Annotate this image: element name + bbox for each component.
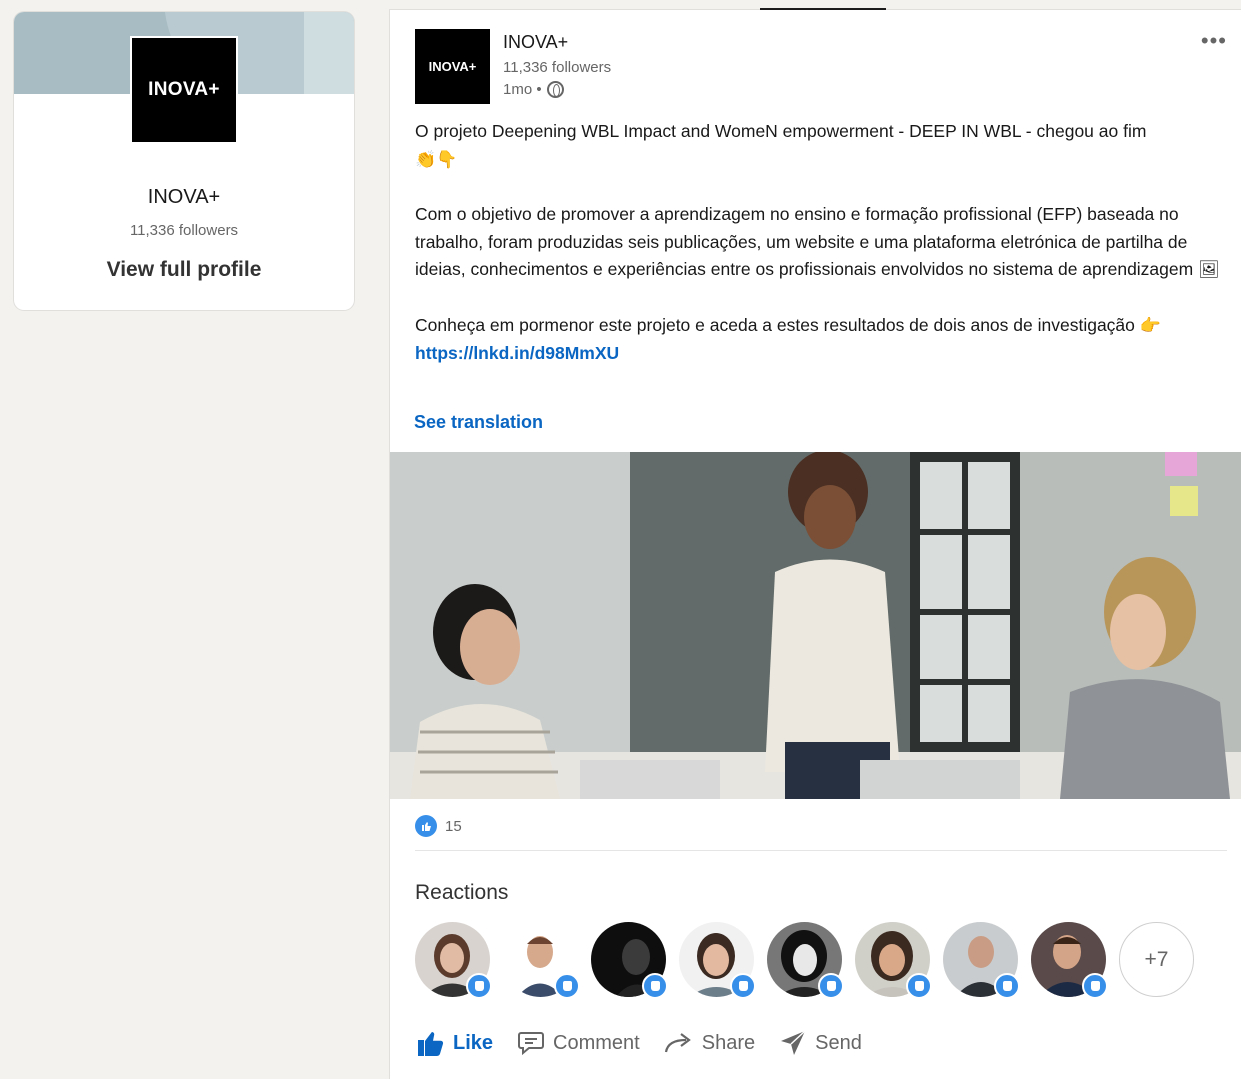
post-meta: 1mo •: [503, 81, 564, 98]
share-arrow-icon: [664, 1033, 691, 1053]
share-button[interactable]: Share: [664, 1032, 755, 1055]
like-badge-icon: [994, 973, 1020, 999]
reactor-avatar[interactable]: [503, 922, 580, 999]
post-card: INOVA+ INOVA+ 11,336 followers 1mo • •••…: [390, 10, 1241, 1079]
more-options-icon[interactable]: •••: [1201, 28, 1227, 54]
reactor-avatars: +7: [415, 922, 1194, 999]
see-translation-button[interactable]: See translation: [414, 412, 543, 433]
reactor-avatar[interactable]: [767, 922, 844, 999]
post-link[interactable]: https://lnkd.in/d98MmXU: [415, 343, 619, 363]
like-reaction-icon: [415, 815, 437, 837]
post-author-logo[interactable]: INOVA+: [415, 29, 490, 104]
like-badge-icon: [906, 973, 932, 999]
post-author-followers: 11,336 followers: [503, 59, 612, 76]
post-paragraph-1: O projeto Deepening WBL Impact and WomeN…: [415, 121, 1147, 170]
post-time: 1mo •: [503, 81, 542, 98]
divider: [415, 850, 1227, 851]
post-author-name[interactable]: INOVA+: [503, 32, 568, 53]
reactor-avatar[interactable]: [591, 922, 668, 999]
post-text: O projeto Deepening WBL Impact and WomeN…: [415, 118, 1227, 395]
profile-followers: 11,336 followers: [129, 222, 239, 239]
point-right-emoji: 👉: [1139, 315, 1161, 336]
reactor-avatar[interactable]: [1031, 922, 1108, 999]
more-reactors-button[interactable]: +7: [1119, 922, 1194, 997]
post-paragraph-2: Com o objetivo de promover a aprendizage…: [415, 204, 1220, 280]
comment-icon: [518, 1032, 545, 1056]
profile-name[interactable]: INOVA+: [14, 186, 354, 209]
like-badge-icon: [642, 973, 668, 999]
clap-point-emoji: 👏👇: [415, 149, 458, 170]
reactor-avatar[interactable]: [855, 922, 932, 999]
globe-icon: [546, 81, 564, 98]
like-button[interactable]: Like: [415, 1028, 493, 1058]
picture-emoji: 🖼: [1198, 260, 1220, 280]
like-badge-icon: [466, 973, 492, 999]
like-badge-icon: [818, 973, 844, 999]
reactor-avatar[interactable]: [679, 922, 756, 999]
post-image[interactable]: [390, 452, 1241, 799]
company-logo[interactable]: INOVA+: [130, 36, 238, 144]
reactor-avatar[interactable]: [415, 922, 492, 999]
post-actions: Like Comment Share Send: [415, 1028, 862, 1058]
profile-card: INOVA+ INOVA+ 11,336 followers View full…: [14, 12, 354, 310]
reactor-avatar[interactable]: [943, 922, 1020, 999]
like-badge-icon: [730, 973, 756, 999]
send-button[interactable]: Send: [779, 1030, 862, 1056]
thumbs-up-icon: [418, 1032, 444, 1056]
comment-button[interactable]: Comment: [517, 1030, 640, 1056]
view-full-profile-link[interactable]: View full profile: [14, 258, 354, 282]
send-icon: [781, 1030, 806, 1055]
post-paragraph-3: Conheça em pormenor este projeto e aceda…: [415, 314, 1161, 364]
like-badge-icon: [1082, 973, 1108, 999]
reaction-summary[interactable]: 15: [415, 815, 462, 837]
like-badge-icon: [554, 973, 580, 999]
reactions-title: Reactions: [415, 881, 509, 904]
reaction-count: 15: [445, 817, 462, 835]
